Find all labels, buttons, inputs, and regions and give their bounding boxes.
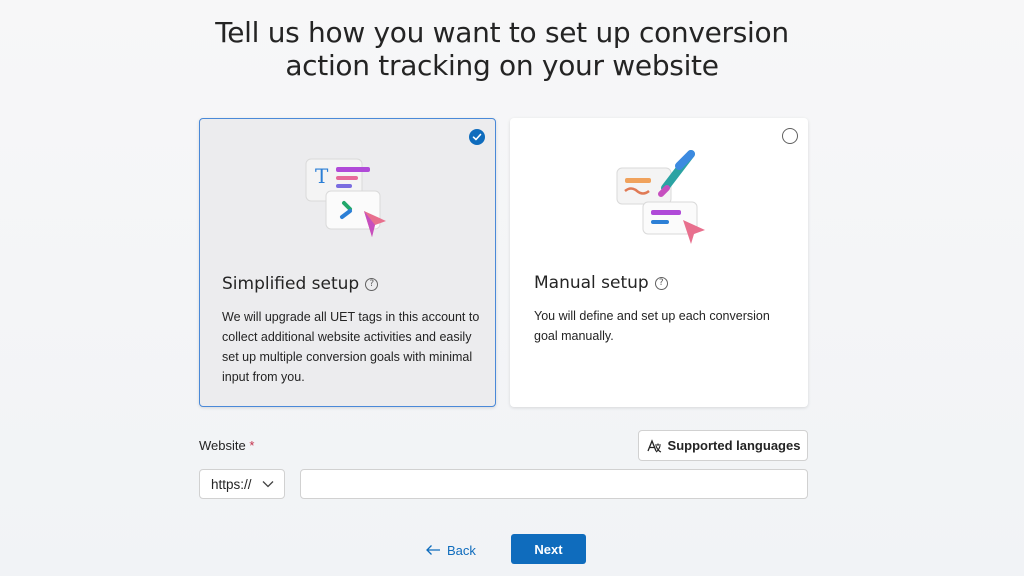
simplified-setup-illustration: T — [305, 158, 386, 237]
protocol-select[interactable]: https:// — [199, 469, 285, 499]
supported-languages-label: Supported languages — [667, 438, 801, 453]
manual-setup-description: You will define and set up each conversi… — [534, 309, 770, 343]
manual-setup-card[interactable]: Manual setup ? You will define and set u… — [510, 118, 808, 407]
simplified-setup-title: Simplified setup ? — [222, 274, 379, 294]
required-marker: * — [249, 438, 255, 453]
supported-languages-button[interactable]: Supported languages — [638, 430, 808, 461]
simplified-setup-description: We will upgrade all UET tags in this acc… — [222, 310, 480, 384]
website-url-input[interactable] — [300, 469, 808, 499]
help-icon[interactable]: ? — [654, 276, 668, 290]
radio-button[interactable] — [782, 128, 798, 144]
svg-text:T: T — [315, 164, 329, 188]
manual-setup-title: Manual setup ? — [534, 273, 668, 293]
page-title-line-2: action tracking on your website — [285, 49, 719, 82]
next-button[interactable]: Next — [511, 534, 586, 564]
checkmark-icon[interactable] — [469, 129, 485, 145]
back-label: Back — [447, 542, 476, 558]
chevron-down-icon — [262, 481, 273, 488]
translate-icon — [646, 438, 661, 453]
website-label: Website * — [199, 438, 254, 453]
page-title: Tell us how you want to set up conversio… — [0, 16, 1004, 82]
arrow-left-icon — [426, 545, 440, 555]
simplified-setup-card[interactable]: T Simplified setup ? We will upgrade all… — [199, 118, 496, 407]
back-button[interactable]: Back — [425, 536, 485, 564]
simplified-setup-label: Simplified setup — [222, 274, 360, 294]
protocol-value: https:// — [211, 476, 252, 492]
page-title-line-1: Tell us how you want to set up conversio… — [215, 16, 789, 49]
manual-setup-label: Manual setup — [534, 273, 649, 293]
help-icon[interactable]: ? — [365, 277, 379, 291]
manual-setup-illustration — [616, 150, 705, 244]
website-label-text: Website — [199, 438, 246, 453]
